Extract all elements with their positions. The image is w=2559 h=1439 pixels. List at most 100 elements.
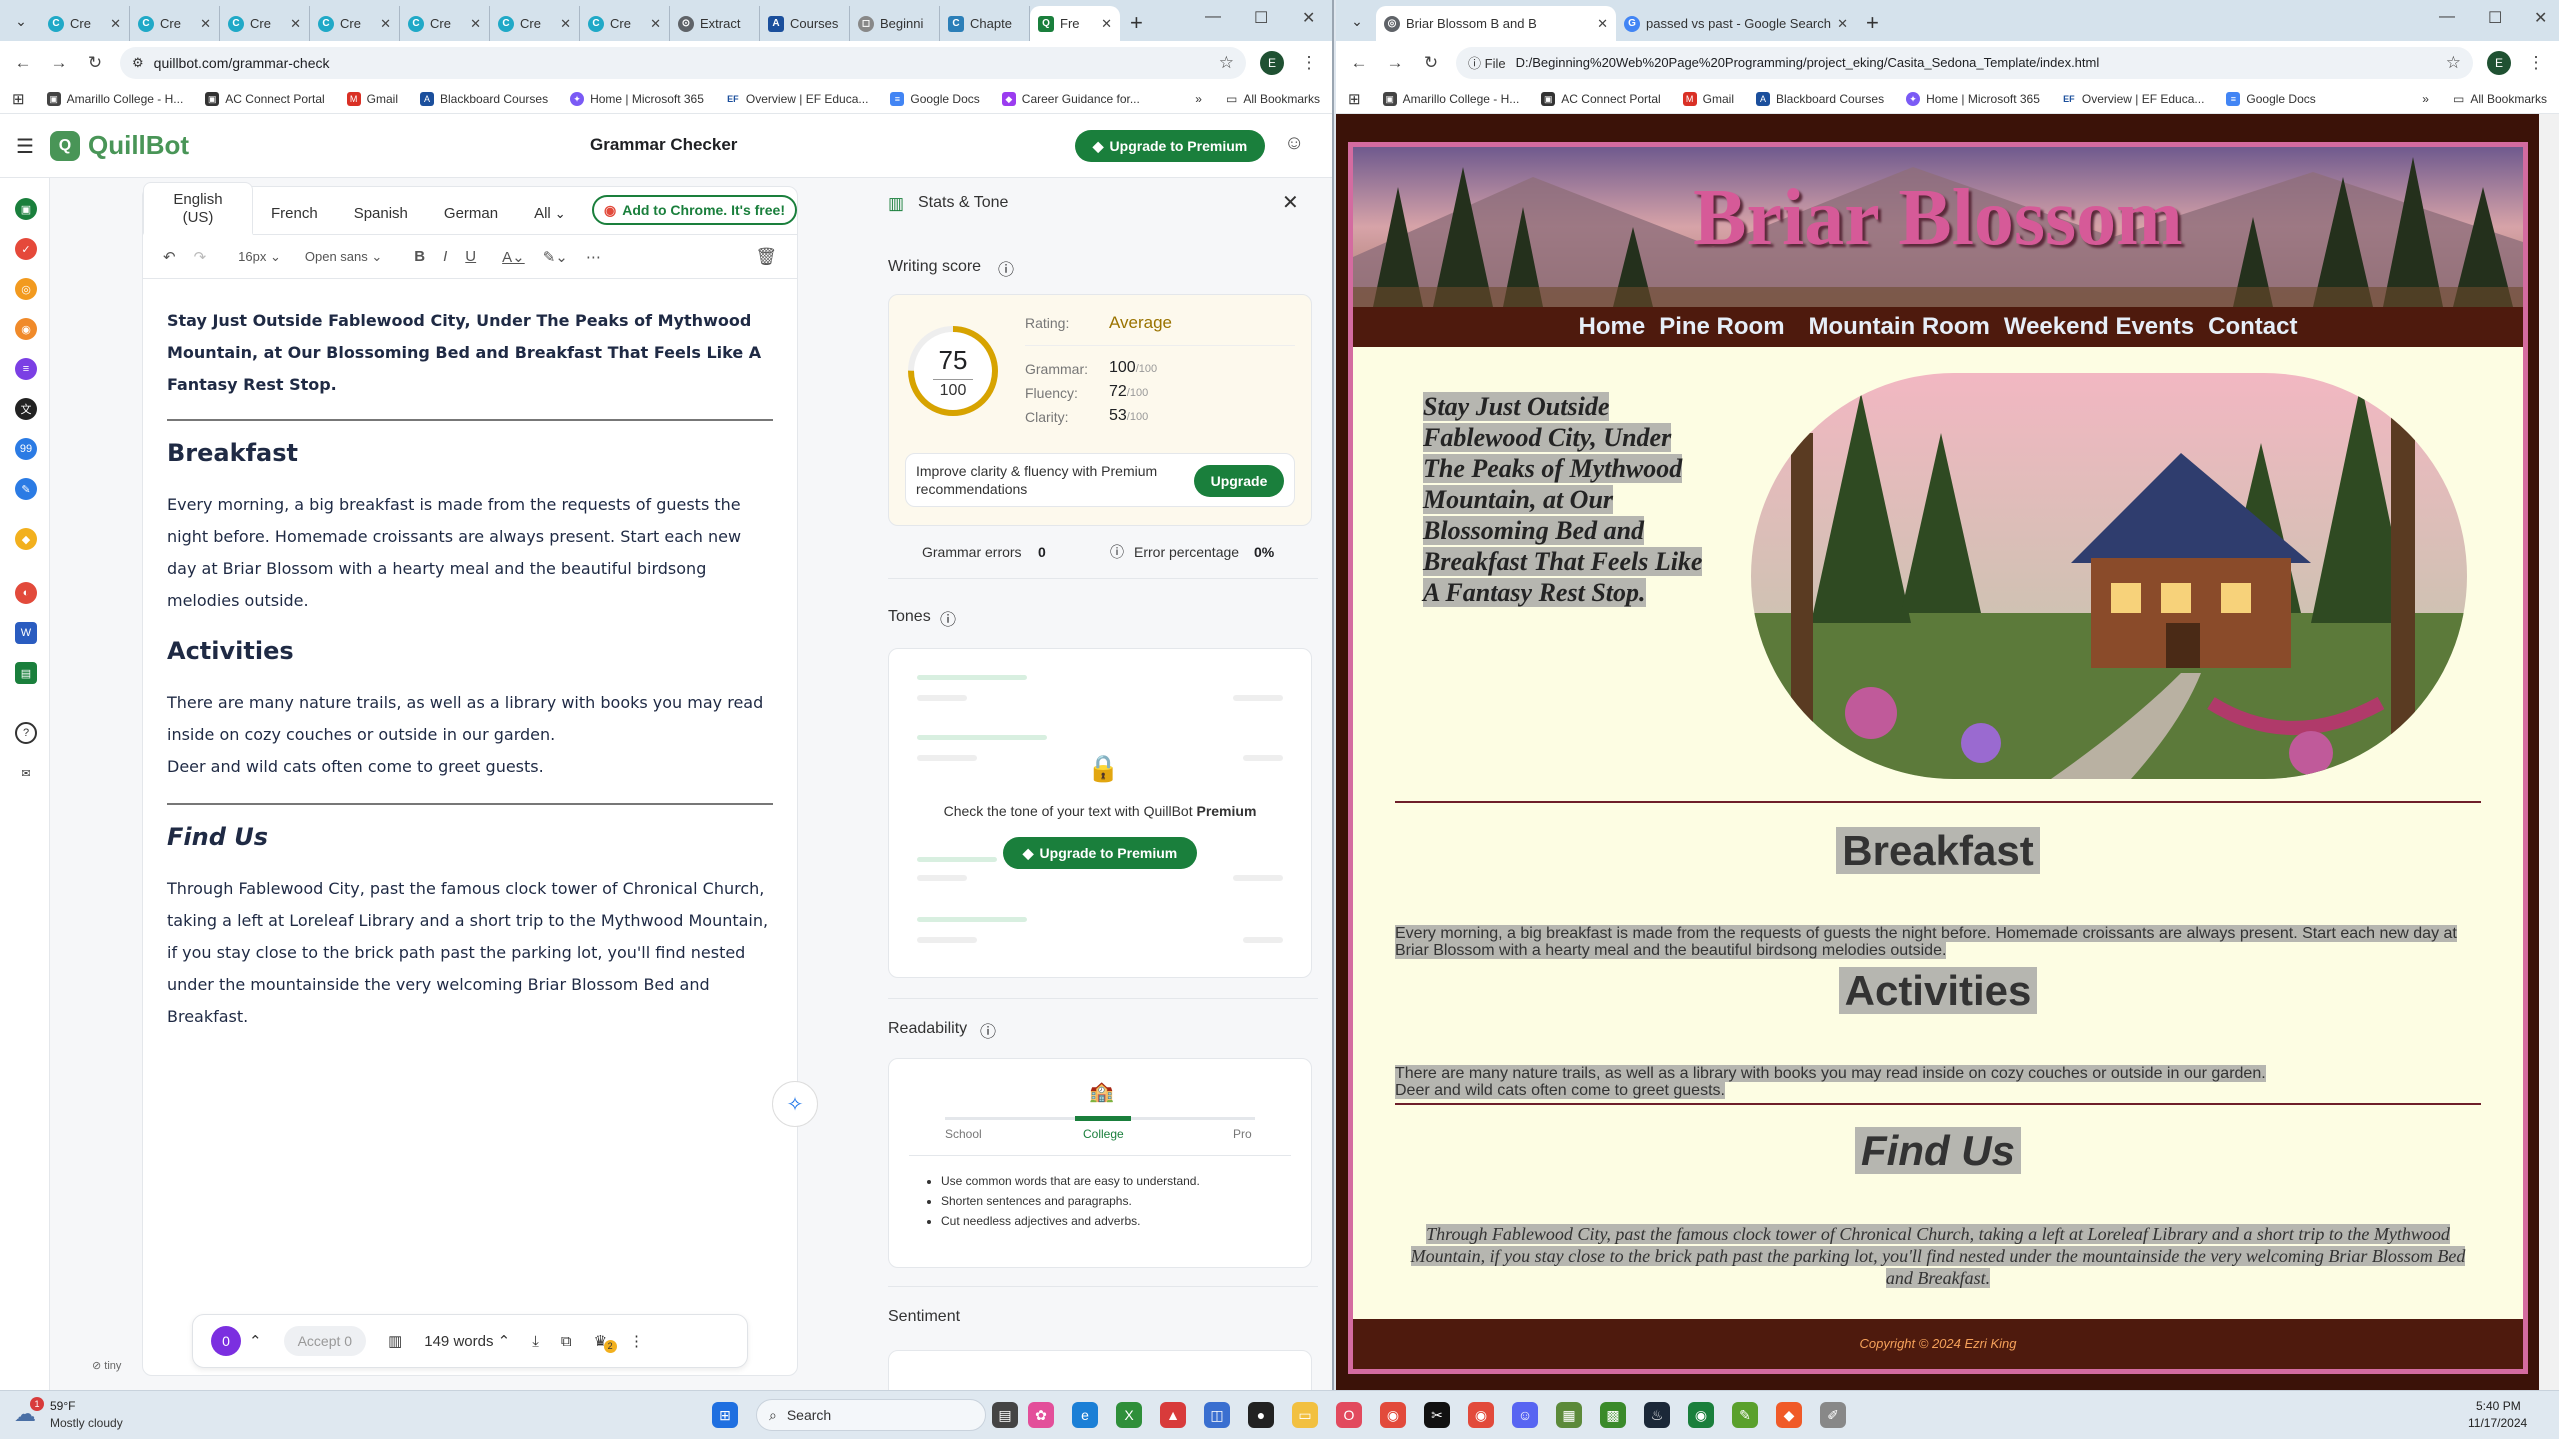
browser-tab-active[interactable]: Q Fre ✕ <box>1030 6 1120 41</box>
account-icon[interactable]: ☺ <box>1284 132 1304 155</box>
back-icon[interactable]: ← <box>1348 53 1370 73</box>
upgrade-premium-button[interactable]: ◆ Upgrade to Premium <box>1075 130 1265 162</box>
xbox-icon[interactable]: X <box>1116 1402 1142 1428</box>
citation-generator-icon[interactable]: 99 <box>15 438 37 460</box>
profile-avatar[interactable]: E <box>2487 50 2511 75</box>
bookmark-item[interactable]: ✦ Home | Microsoft 365 <box>1906 91 2040 106</box>
site-info-icon[interactable]: ⚙ <box>132 55 144 71</box>
minecraft-icon[interactable]: ▦ <box>1556 1402 1582 1428</box>
discord-icon[interactable]: ☺ <box>1512 1402 1538 1428</box>
brave-icon[interactable]: ◆ <box>1776 1402 1802 1428</box>
browser-tab[interactable]: C Cre ✕ <box>580 6 670 41</box>
reload-icon[interactable]: ↻ <box>1420 53 1442 73</box>
apps-grid-icon[interactable]: ⊞ <box>1348 90 1361 108</box>
copilot-icon[interactable]: ✿ <box>1028 1402 1054 1428</box>
tab-french[interactable]: French <box>253 205 336 234</box>
bookmark-item[interactable]: ≡ Google Docs <box>2226 91 2316 106</box>
bookmark-star-icon[interactable]: ☆ <box>2446 53 2461 73</box>
address-bar[interactable]: ⚙ quillbot.com/grammar-check ☆ <box>120 46 1246 79</box>
mail-icon[interactable]: ✉ <box>15 762 37 784</box>
premium-diamond-icon[interactable]: ◆ <box>15 528 37 550</box>
windows-start-icon[interactable]: ⊞ <box>712 1402 738 1428</box>
store-icon[interactable]: ◫ <box>1204 1402 1230 1428</box>
bookmark-item[interactable]: ≡ Google Docs <box>890 91 980 106</box>
nav-link-home[interactable]: Home <box>1579 313 1646 341</box>
download-icon[interactable]: ⤓ <box>532 1333 539 1350</box>
browser-tab[interactable]: A Courses <box>760 6 850 41</box>
word-count[interactable]: 149 words ⌃ <box>424 1332 510 1350</box>
browser-tab[interactable]: C Cre ✕ <box>130 6 220 41</box>
info-icon[interactable]: ⓘ <box>940 606 956 630</box>
tone-upgrade-button[interactable]: ◆ Upgrade to Premium <box>1003 837 1197 869</box>
paraphraser-icon[interactable]: ▣ <box>15 198 37 220</box>
opera-icon[interactable]: O <box>1336 1402 1362 1428</box>
bold-icon[interactable]: B <box>414 248 425 265</box>
close-window-icon[interactable]: ✕ <box>2534 8 2547 28</box>
bookmark-item[interactable]: ✦ Home | Microsoft 365 <box>570 91 704 106</box>
tab-all-languages[interactable]: All <box>516 205 555 234</box>
editor-content[interactable]: Stay Just Outside Fablewood City, Under … <box>167 297 773 1053</box>
bookmark-item[interactable]: M Gmail <box>346 91 398 106</box>
close-tab-icon[interactable]: ✕ <box>290 16 301 32</box>
highlight-icon[interactable]: ✎⌄ <box>543 248 568 266</box>
info-icon[interactable]: ⓘ <box>980 1018 996 1042</box>
bookmark-item[interactable]: A Blackboard Courses <box>1756 91 1884 106</box>
maximize-icon[interactable]: ☐ <box>1254 8 1268 28</box>
help-icon[interactable]: ? <box>15 722 37 744</box>
browser-tab[interactable]: C Cre ✕ <box>40 6 130 41</box>
browser-tab[interactable]: C Cre ✕ <box>310 6 400 41</box>
font-family-select[interactable]: Open sans ⌄ <box>305 249 382 265</box>
tab-english-us[interactable]: English (US) <box>143 182 253 235</box>
underline-icon[interactable]: U <box>465 248 476 265</box>
address-bar[interactable]: ⓘ File D:/Beginning%20Web%20Page%20Progr… <box>1456 46 2473 79</box>
info-icon[interactable]: ⓘ <box>1110 542 1124 562</box>
close-tab-icon[interactable]: ✕ <box>650 16 661 32</box>
clock-date[interactable]: 11/17/2024 <box>2468 1416 2527 1430</box>
new-tab-icon[interactable]: + <box>1130 10 1143 36</box>
file-info-chip[interactable]: ⓘ File <box>1468 53 1506 72</box>
grammar-checker-icon[interactable]: ✓ <box>15 238 37 260</box>
nav-link-weekend-events[interactable]: Weekend Events <box>2004 313 2194 341</box>
desktop-app-icon[interactable]: ▤ <box>15 662 37 684</box>
browser-tab[interactable]: ◻ Beginni <box>850 6 940 41</box>
menu-kebab-icon[interactable]: ⋮ <box>1298 53 1320 73</box>
accept-all-button[interactable]: Accept 0 <box>283 1326 367 1356</box>
translator-icon[interactable]: 文 <box>15 398 37 420</box>
word-addin-icon[interactable]: W <box>15 622 37 644</box>
reload-icon[interactable]: ↻ <box>84 53 106 73</box>
browser-tab[interactable]: C Cre ✕ <box>490 6 580 41</box>
paint-icon[interactable]: ✐ <box>1820 1402 1846 1428</box>
bookmark-item[interactable]: EF Overview | EF Educa... <box>2061 91 2204 106</box>
undo-icon[interactable]: ↶ <box>163 248 176 266</box>
bookmark-item[interactable]: ▣ Amarillo College - H... <box>46 91 183 106</box>
hamburger-menu-icon[interactable]: ☰ <box>16 134 34 159</box>
tab-spanish[interactable]: Spanish <box>336 205 426 234</box>
stats-icon[interactable]: ▥ <box>388 1332 402 1350</box>
close-panel-icon[interactable]: ✕ <box>1282 190 1299 215</box>
browser-tab[interactable]: ⊙ Extract <box>670 6 760 41</box>
upgrade-button[interactable]: Upgrade <box>1194 465 1284 497</box>
more-options-icon[interactable]: ⋯ <box>586 248 601 266</box>
new-tab-icon[interactable]: + <box>1866 10 1879 36</box>
forward-icon[interactable]: → <box>1384 53 1406 73</box>
bookmark-item[interactable]: A Blackboard Courses <box>420 91 548 106</box>
close-tab-icon[interactable]: ✕ <box>470 16 481 32</box>
menu-kebab-icon[interactable]: ⋮ <box>2525 53 2547 73</box>
close-tab-icon[interactable]: ✕ <box>380 16 391 32</box>
minimize-icon[interactable]: — <box>1205 8 1221 26</box>
close-tab-icon[interactable]: ✕ <box>560 16 571 32</box>
browser-tab-active[interactable]: ◎ Briar Blossom B and B ✕ <box>1376 6 1616 41</box>
profile-avatar[interactable]: E <box>1260 50 1284 75</box>
browser-tab[interactable]: C Cre ✕ <box>400 6 490 41</box>
premium-badge-icon[interactable]: ♛ 2 <box>594 1332 617 1353</box>
apps-grid-icon[interactable]: ⊞ <box>12 90 25 108</box>
car-app-icon[interactable]: ▲ <box>1160 1402 1186 1428</box>
delete-icon[interactable]: 🗑 <box>755 247 777 267</box>
notepad-icon[interactable]: ✎ <box>1732 1402 1758 1428</box>
close-tab-icon[interactable]: ✕ <box>1837 16 1848 32</box>
bookmark-item[interactable]: ◆ Career Guidance for... <box>1001 91 1140 106</box>
quillbot-flow-icon[interactable]: ✎ <box>15 478 37 500</box>
redo-icon[interactable]: ↷ <box>194 248 207 266</box>
close-tab-icon[interactable]: ✕ <box>1597 16 1608 32</box>
capcut-icon[interactable]: ✂ <box>1424 1402 1450 1428</box>
